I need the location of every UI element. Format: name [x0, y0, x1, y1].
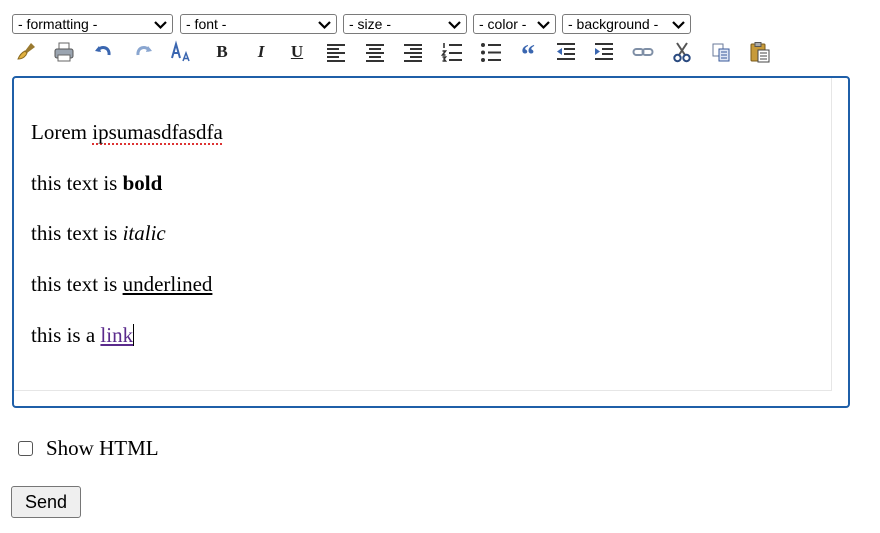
paste-button[interactable] — [748, 40, 772, 64]
print-icon — [54, 42, 74, 62]
editor-inner-edge — [14, 390, 832, 391]
paragraph-text: this text is — [31, 272, 123, 296]
indent-button[interactable] — [592, 40, 616, 64]
chevron-down-icon — [672, 21, 685, 30]
font-size-button[interactable] — [169, 40, 193, 64]
show-html-label: Show HTML — [46, 435, 159, 460]
underline-button[interactable]: U — [285, 40, 309, 64]
link-button[interactable] — [631, 40, 655, 64]
clean-button[interactable] — [14, 40, 38, 64]
blockquote-button[interactable]: “ — [516, 40, 540, 70]
underlined-text: underlined — [122, 272, 213, 296]
italic-text: italic — [122, 221, 166, 245]
size-select[interactable]: - size - — [343, 14, 467, 34]
misspelled-word[interactable]: ipsumasdfasdfa — [92, 120, 223, 144]
italic-button[interactable]: I — [249, 40, 273, 64]
show-html-checkbox[interactable] — [18, 440, 33, 456]
ordered-list-icon — [441, 43, 462, 62]
editor-paragraph: this text is bold — [31, 171, 162, 195]
editor-paragraph: this text is italic — [31, 221, 166, 245]
print-button[interactable] — [52, 40, 76, 64]
cut-icon — [673, 42, 691, 63]
background-select[interactable]: - background - — [562, 14, 691, 34]
outdent-button[interactable] — [554, 40, 578, 64]
redo-button[interactable] — [131, 40, 155, 64]
align-right-button[interactable] — [401, 40, 425, 64]
color-select-value: - color - — [479, 16, 527, 32]
background-select-value: - background - — [568, 16, 659, 32]
bold-icon: B — [216, 42, 228, 61]
copy-button[interactable] — [709, 40, 733, 64]
formatting-select-value: - formatting - — [18, 16, 98, 32]
italic-icon: I — [257, 42, 265, 61]
paste-icon — [750, 42, 770, 63]
bold-button[interactable]: B — [210, 40, 234, 64]
editor-paragraph: this text is underlined — [31, 272, 212, 296]
indent-icon — [595, 43, 613, 60]
align-left-icon — [327, 44, 345, 62]
quote-icon: “ — [521, 40, 535, 71]
paragraph-text: this is a — [31, 323, 101, 347]
chevron-down-icon — [448, 21, 461, 30]
redo-icon — [136, 46, 152, 56]
show-html-toggle[interactable]: Show HTML — [18, 436, 159, 460]
editor-inner-edge — [831, 78, 832, 390]
undo-button[interactable] — [92, 40, 116, 64]
link-icon — [632, 48, 654, 56]
font-size-icon — [171, 40, 190, 62]
paragraph-text: this text is — [31, 171, 123, 195]
align-left-button[interactable] — [324, 40, 348, 64]
clean-icon — [17, 43, 35, 60]
editor-paragraph: Lorem ipsumasdfasdfa — [31, 120, 223, 144]
align-center-icon — [366, 44, 384, 62]
font-select[interactable]: - font - — [180, 14, 337, 34]
chevron-down-icon — [537, 21, 550, 30]
paragraph-text: this text is — [31, 221, 123, 245]
rich-text-editor[interactable]: Lorem ipsumasdfasdfa this text is bold t… — [12, 76, 850, 408]
unordered-list-icon — [481, 43, 501, 62]
align-center-button[interactable] — [363, 40, 387, 64]
font-select-value: - font - — [186, 16, 227, 32]
unordered-list-button[interactable] — [479, 40, 503, 64]
bold-text: bold — [122, 171, 163, 195]
text-caret — [133, 324, 135, 346]
editor-paragraph: this is a link — [31, 323, 135, 347]
formatting-select[interactable]: - formatting - — [12, 14, 173, 34]
cut-button[interactable] — [670, 40, 694, 64]
ordered-list-button[interactable] — [440, 40, 464, 64]
chevron-down-icon — [154, 21, 167, 30]
chevron-down-icon — [318, 21, 331, 30]
undo-icon — [95, 46, 111, 56]
outdent-icon — [557, 43, 575, 60]
copy-icon — [712, 43, 730, 62]
size-select-value: - size - — [349, 16, 391, 32]
editor-link[interactable]: link — [100, 323, 133, 347]
paragraph-text: Lorem — [31, 120, 93, 144]
align-right-icon — [404, 44, 422, 62]
color-select[interactable]: - color - — [473, 14, 556, 34]
underline-icon: U — [290, 42, 304, 61]
send-button[interactable]: Send — [11, 486, 81, 518]
